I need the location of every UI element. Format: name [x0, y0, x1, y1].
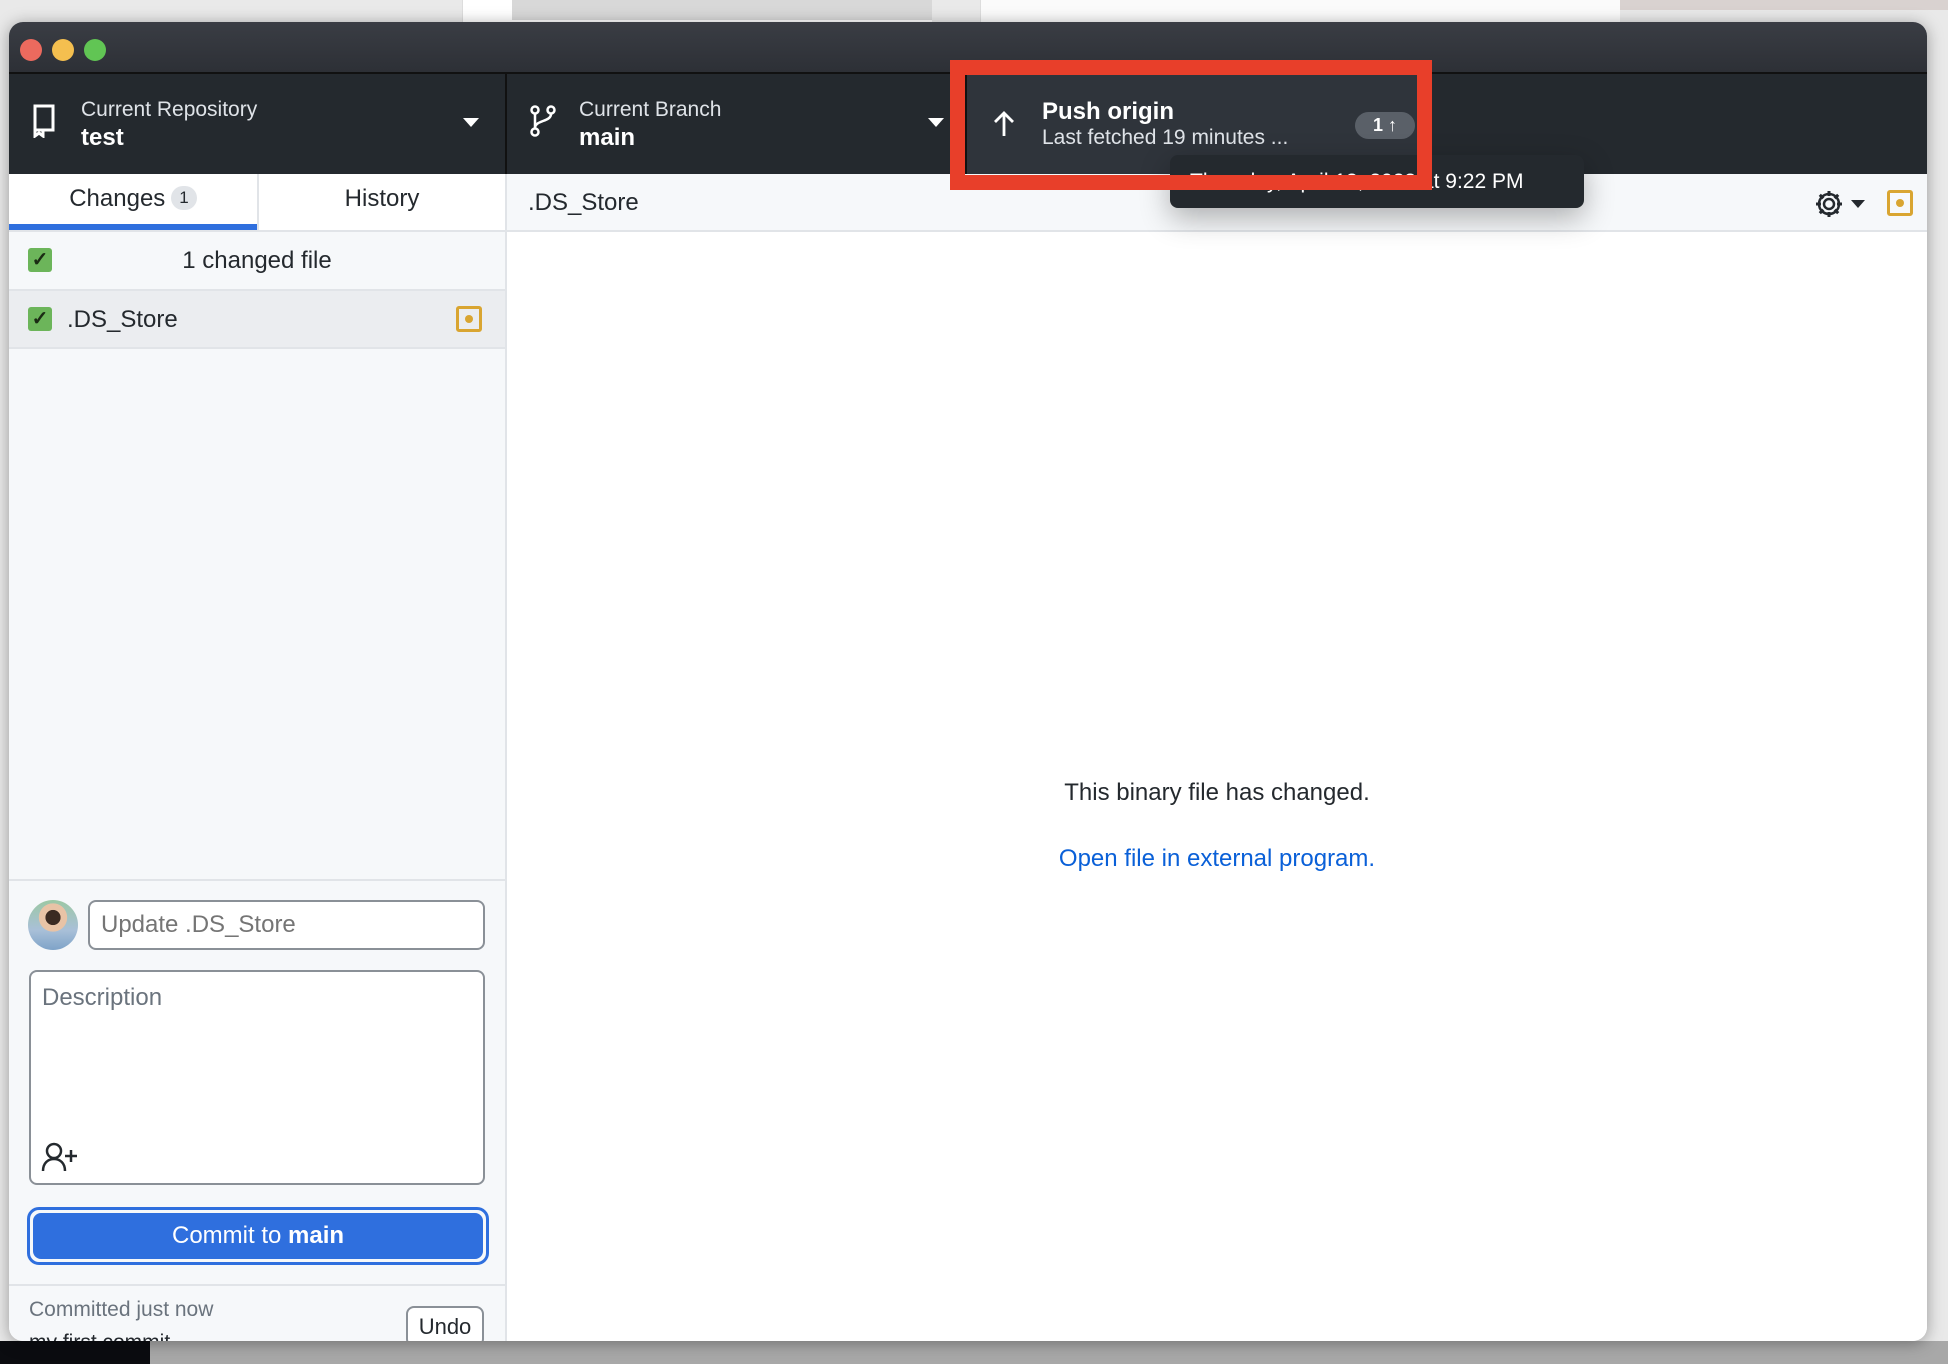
zoom-window-button[interactable] — [84, 39, 106, 61]
branch-name: main — [579, 124, 636, 151]
file-list-item[interactable]: ✓ .DS_Store — [9, 291, 505, 349]
description-placeholder: Description — [42, 984, 163, 1011]
tab-history[interactable]: History — [257, 174, 505, 230]
close-window-button[interactable] — [20, 39, 42, 61]
avatar — [28, 900, 78, 950]
repository-label: Current Repository — [81, 98, 258, 121]
file-modified-icon — [456, 306, 482, 332]
commit-button-label: Commit to — [171, 1222, 288, 1249]
open-external-link[interactable]: Open file in external program. — [1059, 845, 1375, 872]
commit-button[interactable]: Commit to main — [27, 1207, 489, 1265]
last-commit-message: my first commit — [29, 1331, 170, 1341]
sidebar: Changes 1 History ✓ 1 changed file ✓ .DS_… — [9, 174, 507, 1341]
tab-label: Changes — [69, 185, 166, 212]
current-branch-button[interactable]: Current Branch main — [507, 74, 967, 174]
file-checkbox[interactable]: ✓ — [28, 307, 52, 331]
chevron-down-icon — [928, 118, 944, 127]
chevron-down-icon[interactable] — [1851, 200, 1865, 208]
background-window — [980, 0, 1620, 22]
binary-file-message-row: Open file in external program. — [507, 845, 1927, 873]
undo-button[interactable]: Undo — [406, 1306, 484, 1341]
changes-count-badge: 1 — [171, 186, 197, 210]
binary-file-message: This binary file has changed. — [1064, 779, 1370, 806]
current-repository-button[interactable]: Current Repository test — [9, 74, 507, 174]
background-window-panel — [512, 0, 932, 20]
changed-files-header: ✓ 1 changed file — [9, 232, 505, 291]
background-desktop — [150, 1341, 1948, 1364]
repo-icon — [33, 104, 55, 138]
last-commit-info: Committed just now my first commit Undo — [9, 1284, 505, 1341]
minimize-window-button[interactable] — [52, 39, 74, 61]
commit-description-input[interactable]: Description — [29, 970, 485, 1185]
tab-label: History — [344, 185, 420, 212]
github-desktop-window: Current Repository test Current Branch m… — [9, 22, 1927, 1341]
add-coauthor-icon[interactable] — [41, 1142, 79, 1172]
commit-branch-name: main — [288, 1222, 345, 1249]
commit-form: Description Commit to main Committed jus… — [9, 879, 505, 1341]
highlight-annotation — [950, 60, 1432, 190]
repository-name: test — [81, 124, 124, 151]
git-branch-icon — [530, 105, 556, 137]
gear-icon[interactable] — [1813, 188, 1845, 220]
diff-view: .DS_Store This binary file has changed. … — [507, 174, 1927, 1341]
file-name: .DS_Store — [67, 306, 178, 333]
tab-changes[interactable]: Changes 1 — [9, 174, 257, 230]
branch-label: Current Branch — [579, 98, 722, 121]
commit-summary-input[interactable] — [88, 900, 485, 950]
last-commit-time: Committed just now — [29, 1298, 214, 1321]
diff-file-name: .DS_Store — [528, 189, 639, 216]
background-desktop — [0, 1341, 150, 1364]
sidebar-tabs: Changes 1 History — [9, 174, 505, 232]
chevron-down-icon — [463, 118, 479, 127]
background-window — [1620, 0, 1948, 10]
changed-files-count: 1 changed file — [182, 247, 332, 274]
file-modified-icon — [1887, 190, 1913, 216]
